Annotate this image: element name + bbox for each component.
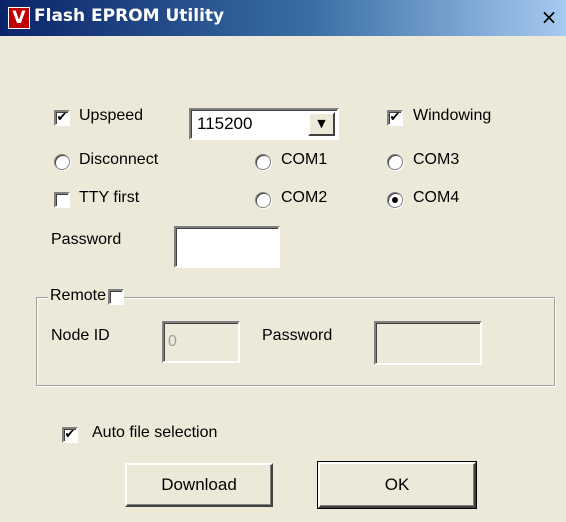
remote-password-input[interactable]: [374, 321, 482, 365]
remote-password-label: Password: [262, 327, 333, 344]
radio-selected-dot: [392, 197, 398, 203]
remote-label: Remote: [50, 287, 107, 304]
com3-label: COM3: [413, 151, 460, 168]
password-label: Password: [51, 231, 122, 248]
app-icon: V: [8, 7, 30, 29]
com4-label: COM4: [413, 189, 460, 206]
auto-file-selection-checkbox[interactable]: ✔: [62, 427, 78, 443]
com4-radio[interactable]: [387, 192, 403, 208]
flash-eprom-utility-window: V Flash EPROM Utility × ✔ Upspeed 115200…: [0, 0, 566, 522]
com2-label: COM2: [281, 189, 328, 206]
remote-group-legend: Remote: [48, 287, 109, 305]
window-title: Flash EPROM Utility: [34, 6, 225, 26]
chevron-down-icon[interactable]: ▼: [308, 112, 335, 136]
windowing-label: Windowing: [413, 107, 492, 124]
disconnect-label: Disconnect: [79, 151, 159, 168]
com2-radio[interactable]: [255, 192, 271, 208]
upspeed-checkbox[interactable]: ✔: [54, 110, 70, 126]
com1-radio[interactable]: [255, 154, 271, 170]
password-input[interactable]: [174, 226, 280, 268]
auto-file-selection-label: Auto file selection: [92, 424, 218, 441]
node-id-input[interactable]: [162, 321, 240, 363]
title-bar[interactable]: V Flash EPROM Utility ×: [0, 0, 566, 36]
ok-button[interactable]: OK: [317, 461, 477, 509]
upspeed-label: Upspeed: [79, 107, 144, 124]
windowing-checkbox[interactable]: ✔: [387, 110, 403, 126]
tty-first-checkbox[interactable]: [54, 192, 70, 208]
download-button[interactable]: Download: [125, 463, 273, 507]
com3-radio[interactable]: [387, 154, 403, 170]
close-icon[interactable]: ×: [538, 6, 560, 28]
tty-first-label: TTY first: [79, 189, 140, 206]
remote-checkbox[interactable]: [108, 289, 124, 305]
com1-label: COM1: [281, 151, 328, 168]
disconnect-radio[interactable]: [54, 154, 70, 170]
node-id-label: Node ID: [51, 327, 110, 344]
